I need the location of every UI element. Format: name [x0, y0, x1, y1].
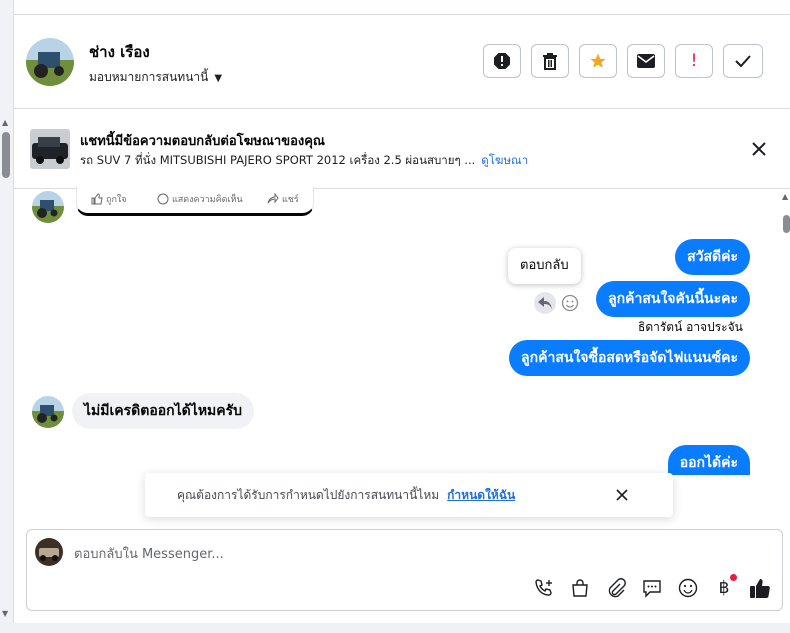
view-ad-link[interactable]: ดูโฆษณา — [481, 153, 528, 167]
payment-button[interactable]: ฿ — [712, 574, 737, 600]
bottom-status-strip — [0, 623, 790, 633]
page-avatar — [35, 538, 63, 566]
paperclip-icon — [608, 578, 626, 598]
message-bubble-outgoing[interactable]: ออกได้ค่ะ — [667, 445, 750, 475]
toast-message: คุณต้องการได้รับการกำหนดไปยังการสนทนานี้… — [177, 486, 515, 505]
envelope-icon — [637, 54, 655, 68]
reply-button[interactable] — [534, 292, 556, 314]
chat-scroll-up-icon[interactable]: ▲ — [782, 192, 788, 201]
shopping-bag-icon — [572, 579, 588, 597]
message-bubble-outgoing[interactable]: สวัสดีค่ะ — [675, 239, 750, 275]
top-divider — [14, 14, 790, 15]
close-icon — [752, 142, 766, 156]
exclamation-icon: ! — [690, 51, 698, 71]
post-share-action: แชร์ — [267, 192, 299, 206]
contact-avatar-small — [32, 396, 64, 428]
like-icon — [750, 579, 770, 598]
shared-post-card[interactable]: ถูกใจ แสดงความคิดเห็น แชร์ — [76, 186, 314, 216]
share-arrow-icon — [267, 193, 279, 204]
contact-avatar[interactable] — [26, 38, 74, 86]
post-like-label: ถูกใจ — [106, 195, 127, 205]
react-button[interactable] — [561, 294, 579, 316]
check-icon — [735, 55, 751, 67]
notification-dot — [730, 574, 737, 581]
toast-question: คุณต้องการได้รับการกำหนดไปยังการสนทนานี้… — [177, 488, 440, 502]
ad-banner-description: รถ SUV 7 ที่นั่ง MITSUBISHI PAJERO SPORT… — [80, 152, 528, 170]
toast-close-button[interactable] — [615, 487, 629, 506]
left-scrollbar-thumb[interactable] — [2, 132, 10, 178]
assign-conversation-dropdown[interactable]: มอบหมายการสนทนานี้ ▼ — [89, 68, 222, 87]
saved-replies-button[interactable] — [640, 576, 664, 600]
reply-arrow-icon — [538, 297, 552, 309]
spam-alert-icon — [494, 53, 510, 69]
mark-done-button[interactable] — [723, 44, 763, 78]
send-like-button[interactable] — [748, 576, 772, 600]
saved-reply-icon — [643, 580, 661, 598]
call-button[interactable] — [532, 576, 556, 600]
message-bubble-outgoing[interactable]: ลูกค้าสนใจซื้อสดหรือจัดไฟแนนซ์คะ — [509, 340, 750, 376]
follow-up-button[interactable]: ! — [675, 44, 713, 78]
contact-name: ช่าง เรือง — [89, 43, 150, 61]
delete-button[interactable] — [531, 44, 569, 78]
close-banner-button[interactable] — [750, 140, 768, 158]
assign-prompt-toast: คุณต้องการได้รับการกำหนดไปยังการสนทนานี้… — [145, 473, 673, 517]
message-bubble-outgoing[interactable]: ลูกค้าสนใจคันนี้นะคะ — [596, 281, 750, 317]
reply-tooltip: ตอบกลับ — [508, 248, 581, 284]
comment-bubble-icon — [157, 193, 169, 205]
attach-button[interactable] — [604, 576, 628, 600]
ad-thumbnail[interactable] — [30, 129, 70, 169]
assign-label: มอบหมายการสนทนานี้ — [89, 70, 209, 84]
reply-input[interactable] — [72, 540, 676, 568]
contact-avatar-small — [32, 191, 64, 223]
caret-down-icon: ▼ — [214, 73, 223, 84]
thumbs-up-icon — [91, 193, 103, 205]
shop-button[interactable] — [568, 576, 592, 600]
scroll-down-arrow-icon[interactable]: ▼ — [2, 609, 8, 618]
star-button[interactable] — [579, 44, 617, 78]
assign-to-me-link[interactable]: กำหนดให้ฉัน — [447, 488, 515, 502]
mark-unread-button[interactable] — [627, 44, 665, 78]
scroll-up-arrow-icon[interactable]: ▲ — [2, 118, 8, 127]
close-icon — [616, 489, 628, 501]
sender-name: ธิดารัตน์ อาจประจัน — [638, 320, 743, 334]
trash-icon — [543, 53, 557, 70]
message-bubble-incoming[interactable]: ไม่มีเครดิตออกได้ไหมครับ — [72, 393, 255, 429]
post-share-label: แชร์ — [282, 195, 299, 205]
header-divider — [14, 108, 790, 109]
emoji-button[interactable] — [676, 576, 700, 600]
smiley-icon — [561, 294, 579, 312]
post-comment-action: แสดงความคิดเห็น — [157, 192, 243, 206]
left-panel-strip: ▲ ▼ — [0, 0, 14, 633]
spam-button[interactable] — [483, 44, 521, 78]
ad-banner-title: แชทนี้มีข้อความตอบกลับต่อโฆษณาของคุณ — [80, 134, 325, 149]
baht-icon: ฿ — [718, 578, 730, 598]
post-like-action: ถูกใจ — [91, 192, 127, 206]
post-comment-label: แสดงความคิดเห็น — [172, 195, 243, 205]
chat-scrollbar-thumb[interactable] — [783, 215, 790, 233]
phone-plus-icon — [535, 579, 552, 596]
star-icon — [590, 53, 606, 68]
ad-description-text: รถ SUV 7 ที่นั่ง MITSUBISHI PAJERO SPORT… — [80, 153, 476, 167]
emoji-icon — [678, 578, 698, 598]
